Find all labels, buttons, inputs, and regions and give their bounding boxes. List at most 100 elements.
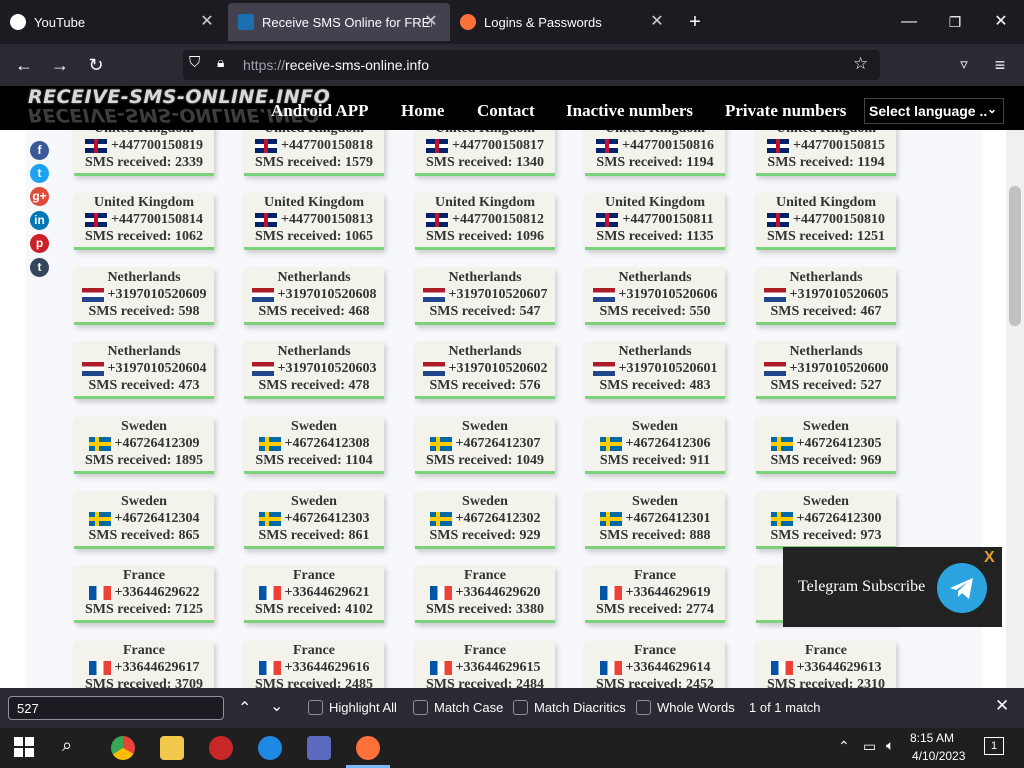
back-button[interactable]: ← xyxy=(11,52,37,78)
menu-contact[interactable]: Contact xyxy=(477,101,535,121)
number-card[interactable]: United Kingdom+447700150817 SMS received:… xyxy=(415,130,555,176)
number-card[interactable]: Sweden +46726412307 SMS received: 1049 xyxy=(415,417,555,474)
language-select[interactable]: Select language .. ⌄ xyxy=(864,98,1004,124)
card-country: France xyxy=(464,643,506,658)
forward-button[interactable]: → xyxy=(47,52,73,78)
number-card[interactable]: France +33644629613 SMS received: 2310 xyxy=(756,641,896,688)
firefox-taskbar-icon[interactable] xyxy=(356,736,380,760)
number-card[interactable]: Netherlands +3197010520608 SMS received: 4… xyxy=(244,268,384,325)
number-card[interactable]: Sweden +46726412305 SMS received: 969 xyxy=(756,417,896,474)
number-card[interactable]: Sweden +46726412300 SMS received: 973 xyxy=(756,492,896,549)
scrollbar-thumb[interactable] xyxy=(1009,186,1021,326)
number-card[interactable]: Netherlands +3197010520604 SMS received: 4… xyxy=(74,342,214,399)
number-card[interactable]: Sweden +46726412306 SMS received: 911 xyxy=(585,417,725,474)
number-card[interactable]: United Kingdom +447700150813 SMS received:… xyxy=(244,193,384,250)
number-card[interactable]: Sweden +46726412309 SMS received: 1895 xyxy=(74,417,214,474)
number-card[interactable]: Sweden +46726412301 SMS received: 888 xyxy=(585,492,725,549)
number-card[interactable]: France +33644629617 SMS received: 3709 xyxy=(74,641,214,688)
number-card[interactable]: United Kingdom+447700150816 SMS received:… xyxy=(585,130,725,176)
number-card[interactable]: United Kingdom +447700150812 SMS received:… xyxy=(415,193,555,250)
highlight-all-checkbox[interactable]: Highlight All xyxy=(308,700,397,715)
menu-private-numbers[interactable]: Private numbers xyxy=(725,101,846,121)
number-card[interactable]: Sweden +46726412303 SMS received: 861 xyxy=(244,492,384,549)
windows-start-icon[interactable] xyxy=(14,737,34,762)
close-tab-icon[interactable]: ✕ xyxy=(198,13,216,31)
number-card[interactable]: France +33644629622 SMS received: 7125 xyxy=(74,566,214,623)
number-card[interactable]: Netherlands +3197010520601 SMS received: 4… xyxy=(585,342,725,399)
reload-button[interactable]: ↻ xyxy=(83,52,109,78)
number-card[interactable]: Sweden +46726412308 SMS received: 1104 xyxy=(244,417,384,474)
telegram-subscribe-label[interactable]: Telegram Subscribe xyxy=(798,578,925,596)
search-icon[interactable]: ⌕ xyxy=(62,735,72,756)
clock-time[interactable]: 8:15 AM xyxy=(910,731,954,745)
number-card[interactable]: France +33644629621 SMS received: 4102 xyxy=(244,566,384,623)
new-tab-button[interactable]: + xyxy=(672,0,718,44)
number-card[interactable]: France +33644629619 SMS received: 2774 xyxy=(585,566,725,623)
number-card[interactable]: Sweden +46726412304 SMS received: 865 xyxy=(74,492,214,549)
number-card[interactable]: United Kingdom+447700150818 SMS received:… xyxy=(244,130,384,176)
bookmark-star-icon[interactable]: ☆ xyxy=(853,54,868,74)
lock-icon[interactable]: 🔒︎ xyxy=(217,54,224,71)
find-input[interactable] xyxy=(8,696,224,720)
number-card[interactable]: United Kingdom +447700150814 SMS received:… xyxy=(74,193,214,250)
close-find-bar-icon[interactable]: ✕ xyxy=(995,696,1009,716)
tab-youtube[interactable]: YouTube ✕ xyxy=(0,0,226,44)
notification-center-icon[interactable]: 1 xyxy=(984,737,1004,755)
number-card[interactable]: Netherlands +3197010520600 SMS received: 5… xyxy=(756,342,896,399)
whole-words-checkbox[interactable]: Whole Words xyxy=(636,700,735,715)
restore-button[interactable]: ❐ xyxy=(932,0,978,44)
volume-icon[interactable]: 🔈︎ xyxy=(886,737,894,754)
close-tab-icon[interactable]: ✕ xyxy=(422,13,440,31)
close-window-button[interactable]: ✕ xyxy=(978,0,1024,44)
menu-inactive-numbers[interactable]: Inactive numbers xyxy=(566,101,693,121)
ccleaner-icon[interactable] xyxy=(258,736,282,760)
match-case-checkbox[interactable]: Match Case xyxy=(413,700,503,715)
number-card[interactable]: United Kingdom+447700150819 SMS received:… xyxy=(74,130,214,176)
number-card[interactable]: Netherlands +3197010520603 SMS received: 4… xyxy=(244,342,384,399)
number-card[interactable]: France +33644629614 SMS received: 2452 xyxy=(585,641,725,688)
number-card[interactable]: United Kingdom +447700150810 SMS received:… xyxy=(756,193,896,250)
google-plus-icon[interactable]: g+ xyxy=(30,187,49,206)
chevron-up-icon[interactable]: ⌃ xyxy=(838,738,850,755)
menu-home[interactable]: Home xyxy=(401,101,444,121)
linkedin-icon[interactable]: in xyxy=(30,211,49,230)
network-icon[interactable]: ▭ xyxy=(863,738,876,755)
number-card[interactable]: United Kingdom+447700150815 SMS received:… xyxy=(756,130,896,176)
pinterest-icon[interactable]: p xyxy=(30,234,49,253)
card-sms-count: SMS received: 1104 xyxy=(255,453,373,468)
p-app-icon[interactable] xyxy=(307,736,331,760)
number-card[interactable]: Netherlands +3197010520607 SMS received: 5… xyxy=(415,268,555,325)
menu-android-app[interactable]: Android APP xyxy=(271,101,368,121)
number-card[interactable]: Netherlands +3197010520609 SMS received: 5… xyxy=(74,268,214,325)
number-card[interactable]: Netherlands +3197010520602 SMS received: 5… xyxy=(415,342,555,399)
menu-icon[interactable]: ≡ xyxy=(987,52,1013,78)
telegram-icon[interactable] xyxy=(937,563,987,613)
find-previous-button[interactable]: ⌃ xyxy=(238,698,251,718)
close-tab-icon[interactable]: ✕ xyxy=(648,13,666,31)
card-number-row: +447700150811 xyxy=(585,211,725,228)
pocket-icon[interactable]: ▿ xyxy=(951,52,977,78)
number-card[interactable]: France +33644629615 SMS received: 2484 xyxy=(415,641,555,688)
number-card[interactable]: Netherlands +3197010520605 SMS received: 4… xyxy=(756,268,896,325)
number-card[interactable]: Netherlands +3197010520606 SMS received: 5… xyxy=(585,268,725,325)
chrome-icon[interactable] xyxy=(111,736,135,760)
match-diacritics-checkbox[interactable]: Match Diacritics xyxy=(513,700,626,715)
number-card[interactable]: France +33644629616 SMS received: 2485 xyxy=(244,641,384,688)
number-card[interactable]: Sweden +46726412302 SMS received: 929 xyxy=(415,492,555,549)
number-card[interactable]: United Kingdom +447700150811 SMS received:… xyxy=(585,193,725,250)
app-icon[interactable] xyxy=(209,736,233,760)
minimize-button[interactable]: — xyxy=(886,0,932,44)
file-explorer-icon[interactable] xyxy=(160,736,184,760)
tab-receive-sms[interactable]: Receive SMS Online for FREE - ( ✕ xyxy=(228,3,450,41)
number-card[interactable]: France +33644629620 SMS received: 3380 xyxy=(415,566,555,623)
tumblr-icon[interactable]: t xyxy=(30,258,49,277)
tab-logins-passwords[interactable]: Logins & Passwords ✕ xyxy=(452,0,676,44)
shield-icon[interactable]: ⛉ xyxy=(189,54,200,71)
address-bar[interactable]: ⛉ 🔒︎ https://receive-sms-online.info ☆ xyxy=(183,50,880,80)
twitter-icon[interactable]: t xyxy=(30,164,49,183)
clock-date[interactable]: 4/10/2023 xyxy=(912,749,965,763)
card-sms-count: SMS received: 547 xyxy=(429,304,541,319)
card-sms-count: SMS received: 1096 xyxy=(426,229,544,244)
find-next-button[interactable]: ⌄ xyxy=(270,696,283,716)
facebook-icon[interactable]: f xyxy=(30,141,49,160)
